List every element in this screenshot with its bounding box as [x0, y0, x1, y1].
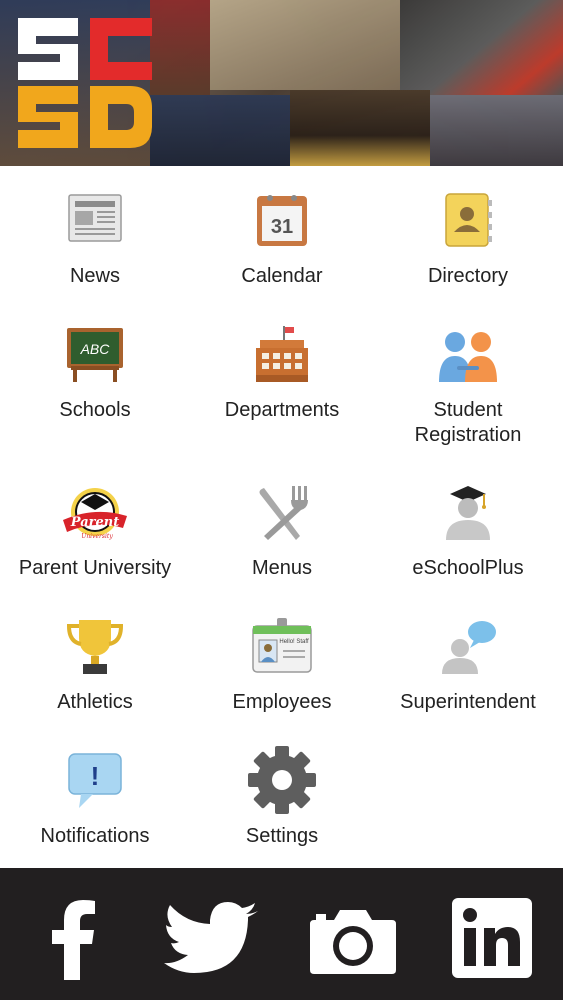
building-icon	[256, 326, 308, 382]
header-banner	[0, 0, 563, 166]
menu-item-superintendent[interactable]: Superintendent	[374, 618, 562, 718]
menu-item-label: Employees	[232, 691, 332, 713]
menu-item-student-registration[interactable]: Student Registration	[374, 326, 562, 446]
menu-item-news[interactable]: News	[1, 192, 189, 292]
menu-item-eschoolplus[interactable]: eSchoolPlus	[374, 484, 562, 584]
menu-item-parent-university[interactable]: Parent University Parent University	[1, 484, 189, 584]
menu-item-label: Notifications	[40, 825, 150, 847]
svg-text:!: !	[91, 761, 100, 791]
svg-text:University: University	[81, 533, 113, 540]
menu-item-directory[interactable]: Directory	[374, 192, 562, 292]
id-badge-icon: Hello! Staff	[252, 618, 312, 673]
menu-item-departments[interactable]: Departments	[188, 326, 376, 426]
twitter-icon[interactable]	[164, 902, 260, 980]
menu-item-label: Directory	[427, 265, 508, 287]
fork-knife-icon	[259, 486, 308, 540]
menu-item-settings[interactable]: Settings	[188, 746, 376, 852]
parent-university-logo-icon: Parent University	[63, 488, 127, 540]
newspaper-icon	[68, 194, 122, 242]
facebook-icon[interactable]	[50, 898, 96, 980]
menu-item-label-line2: Registration	[414, 424, 522, 446]
address-book-icon	[445, 193, 492, 247]
menu-item-label: Menus	[251, 557, 313, 579]
menu-item-label: News	[69, 265, 120, 287]
svg-text:Hello! Staff: Hello! Staff	[279, 639, 309, 645]
speech-bubble-person-icon	[442, 621, 496, 674]
social-footer	[0, 868, 563, 1000]
menu-item-notifications[interactable]: ! Notifications	[1, 752, 189, 852]
menu-item-menus[interactable]: Menus	[188, 484, 376, 584]
svg-text:31: 31	[271, 216, 293, 238]
gear-icon	[248, 746, 316, 814]
linkedin-icon[interactable]	[452, 898, 532, 978]
menu-item-employees[interactable]: Hello! Staff Employees	[188, 618, 376, 718]
calendar-icon: 31	[257, 195, 307, 246]
menu-item-label: Departments	[224, 399, 340, 421]
menu-item-label: Superintendent	[400, 691, 536, 713]
menu-item-label-line1: Student	[433, 399, 503, 421]
camera-icon[interactable]	[308, 906, 398, 976]
trophy-icon	[66, 620, 124, 674]
svg-text:Parent: Parent	[70, 515, 119, 530]
svg-text:ABC: ABC	[80, 341, 111, 357]
menu-item-label: eSchoolPlus	[412, 557, 524, 579]
menu-item-label: Parent University	[18, 557, 172, 579]
alert-bubble-icon: !	[68, 753, 122, 808]
scsd-logo	[18, 18, 152, 148]
menu-item-athletics[interactable]: Athletics	[1, 618, 189, 718]
menu-item-label: Settings	[245, 825, 319, 847]
chalkboard-icon: ABC	[67, 328, 123, 382]
people-icon	[439, 332, 497, 382]
menu-item-schools[interactable]: ABC Schools	[1, 326, 189, 426]
menu-item-label: Calendar	[241, 265, 323, 287]
menu-item-calendar[interactable]: 31 Calendar	[188, 192, 376, 292]
menu-item-label: Schools	[59, 399, 131, 421]
menu-item-label: Athletics	[57, 691, 133, 713]
graduate-icon	[446, 486, 490, 540]
